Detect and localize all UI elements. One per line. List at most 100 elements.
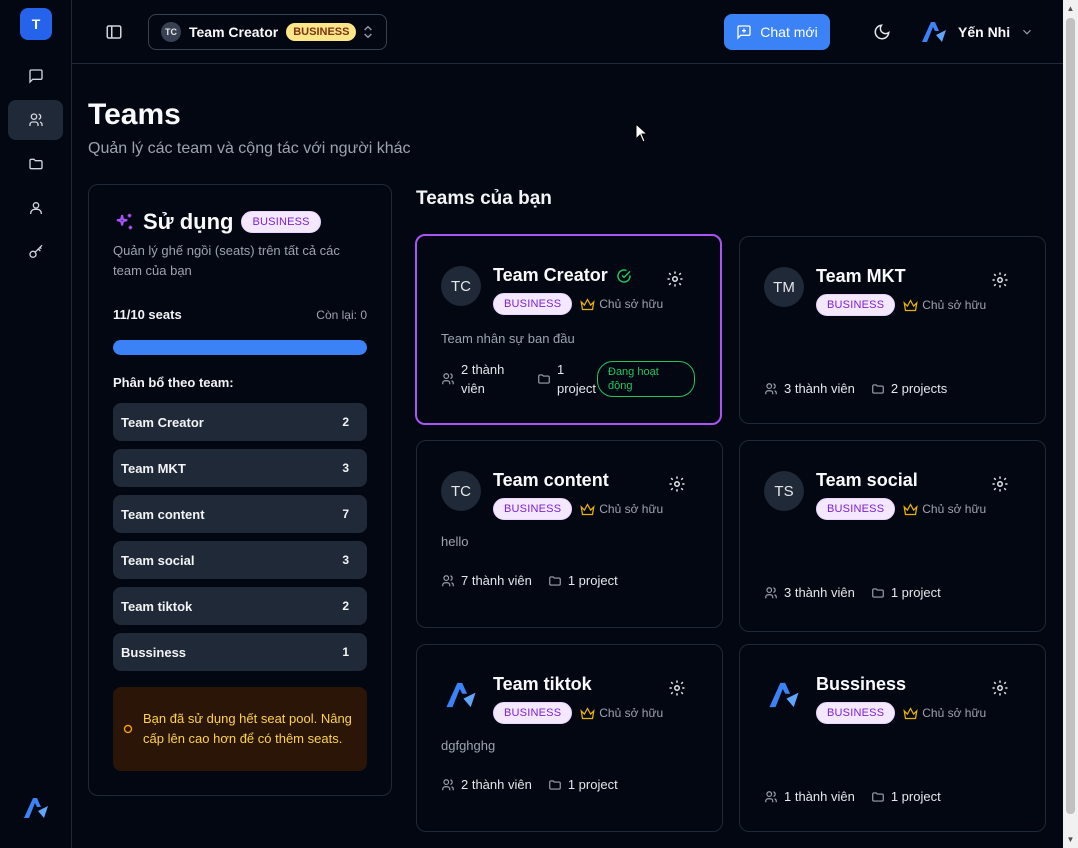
owner-role: Chủ sở hữu xyxy=(903,706,986,721)
crown-icon xyxy=(580,706,595,719)
allocation-count: 3 xyxy=(342,461,349,475)
allocation-item: Team tiktok 2 xyxy=(113,587,367,625)
owner-role-label: Chủ sở hữu xyxy=(922,502,987,516)
allocation-item: Bussiness 1 xyxy=(113,633,367,671)
team-members-count: 7 thành viên xyxy=(461,573,532,588)
top-bar: TC Team Creator BUSINESS Chat mới Yến Nh… xyxy=(72,0,1063,64)
moon-icon xyxy=(874,24,890,40)
new-chat-label: Chat mới xyxy=(760,24,818,40)
gear-icon[interactable] xyxy=(666,270,684,288)
owner-role-label: Chủ sở hữu xyxy=(599,706,664,720)
team-plan-badge: BUSINESS xyxy=(493,293,573,315)
team-avatar: TC xyxy=(441,471,481,511)
team-name: Team social xyxy=(816,470,918,490)
allocation-title: Phân bổ theo team: xyxy=(113,375,234,390)
allocation-team-name: Bussiness xyxy=(121,644,187,660)
owner-role: Chủ sở hữu xyxy=(903,502,986,517)
team-projects-count: 2 projects xyxy=(890,381,948,396)
members-icon xyxy=(765,586,777,598)
gear-icon[interactable] xyxy=(668,475,686,493)
team-card-mkt[interactable]: TM Team MKT BUSINESS Chủ sở hữu 3 thành … xyxy=(739,236,1046,424)
team-plan-badge: BUSINESS xyxy=(816,498,896,520)
team-members-count: 3 thành viên xyxy=(784,585,855,600)
allocation-list: Team Creator 2 Team MKT 3 Team content 7 Te… xyxy=(113,403,367,679)
gear-icon[interactable] xyxy=(991,271,1009,289)
sparkles-icon xyxy=(116,213,133,230)
team-switcher-plan-badge: BUSINESS xyxy=(286,23,357,41)
active-status-pill: Đang hoạt động xyxy=(597,361,695,397)
user-name: Yến Nhi xyxy=(958,24,1011,40)
allocation-team-name: Team content xyxy=(121,506,205,522)
left-rail: T xyxy=(0,0,72,848)
teams-nav-button[interactable] xyxy=(8,100,63,140)
usage-plan-badge: BUSINESS xyxy=(241,211,321,233)
members-icon xyxy=(442,778,454,790)
profile-nav-button[interactable] xyxy=(8,188,63,228)
sidebar-toggle-button[interactable] xyxy=(102,20,126,44)
seats-progress-fill xyxy=(113,340,367,355)
team-avatar: TM xyxy=(764,267,804,307)
team-card-tiktok[interactable]: Team tiktok BUSINESS Chủ sở hữu dgfghghg… xyxy=(416,644,723,832)
team-members-count: 2 thành viên xyxy=(461,777,532,792)
projects-icon xyxy=(549,575,561,586)
sidebar-toggle-icon xyxy=(106,25,122,39)
scroll-up-arrow[interactable]: ▲ xyxy=(1066,4,1075,13)
projects-icon xyxy=(872,587,884,598)
team-description: dgfghghg xyxy=(441,738,496,753)
team-switcher[interactable]: TC Team Creator BUSINESS xyxy=(148,14,387,50)
projects-icon xyxy=(549,779,561,790)
crown-icon xyxy=(580,502,595,515)
crown-icon xyxy=(580,297,595,310)
app-logo-icon[interactable] xyxy=(22,794,50,822)
crown-icon xyxy=(903,706,918,719)
mouse-cursor-icon xyxy=(635,123,649,143)
team-members-count: 1 thành viên xyxy=(784,789,855,804)
page-scrollbar[interactable]: ▲ ▼ xyxy=(1063,0,1078,848)
team-projects-count: 1 project xyxy=(890,585,941,600)
new-chat-button[interactable]: Chat mới xyxy=(724,14,830,50)
team-name: Team content xyxy=(493,470,609,490)
team-members-count: 3 thành viên xyxy=(784,381,855,396)
seats-remaining: Còn lại: 0 xyxy=(316,308,367,322)
warning-dot-icon xyxy=(123,724,133,734)
seats-count: 11/10 seats xyxy=(113,307,182,322)
crown-icon xyxy=(903,502,918,515)
team-card-content[interactable]: TC Team content BUSINESS Chủ sở hữu hell… xyxy=(416,440,723,628)
check-circle-icon xyxy=(617,268,631,283)
key-icon xyxy=(28,244,42,258)
scrollbar-thumb[interactable] xyxy=(1066,18,1075,814)
projects-nav-button[interactable] xyxy=(8,144,63,184)
page-title: Teams xyxy=(88,98,181,131)
team-plan-badge: BUSINESS xyxy=(816,294,896,316)
user-menu[interactable]: Yến Nhi xyxy=(920,16,1034,48)
members-icon xyxy=(442,574,454,586)
page-subtitle: Quản lý các team và cộng tác với người k… xyxy=(88,140,411,157)
team-card-social[interactable]: TS Team social BUSINESS Chủ sở hữu 3 thà… xyxy=(739,440,1046,632)
team-projects-count: 1 project xyxy=(567,777,618,792)
chevron-down-icon xyxy=(1023,29,1032,35)
team-logo-icon xyxy=(769,682,799,708)
usage-title: Sử dụng xyxy=(143,209,234,234)
gear-icon[interactable] xyxy=(668,679,686,697)
gear-icon[interactable] xyxy=(991,475,1009,493)
team-card-creator[interactable]: TC Team Creator BUSINESS Chủ sở hữu Team… xyxy=(415,234,722,425)
team-name: Team MKT xyxy=(816,266,906,286)
allocation-item: Team content 7 xyxy=(113,495,367,533)
workspace-avatar[interactable]: T xyxy=(20,8,52,40)
team-card-bussiness[interactable]: Bussiness BUSINESS Chủ sở hữu 1 thành vi… xyxy=(739,644,1046,832)
api-keys-nav-button[interactable] xyxy=(8,232,63,272)
owner-role-label: Chủ sở hữu xyxy=(922,706,987,720)
team-name: Bussiness xyxy=(816,674,907,694)
team-avatar: TS xyxy=(764,471,804,511)
chat-nav-button[interactable] xyxy=(8,56,63,96)
team-plan-badge: BUSINESS xyxy=(493,702,573,724)
team-projects-count: 1 project xyxy=(567,573,618,588)
gear-icon[interactable] xyxy=(991,679,1009,697)
owner-role: Chủ sở hữu xyxy=(580,502,663,517)
team-projects-count: 1 project xyxy=(890,789,941,804)
owner-role-label: Chủ sở hữu xyxy=(599,502,664,516)
theme-toggle-button[interactable] xyxy=(870,20,894,44)
allocation-item: Team Creator 2 xyxy=(113,403,367,441)
scroll-down-arrow[interactable]: ▼ xyxy=(1066,835,1075,844)
owner-role: Chủ sở hữu xyxy=(580,297,663,312)
